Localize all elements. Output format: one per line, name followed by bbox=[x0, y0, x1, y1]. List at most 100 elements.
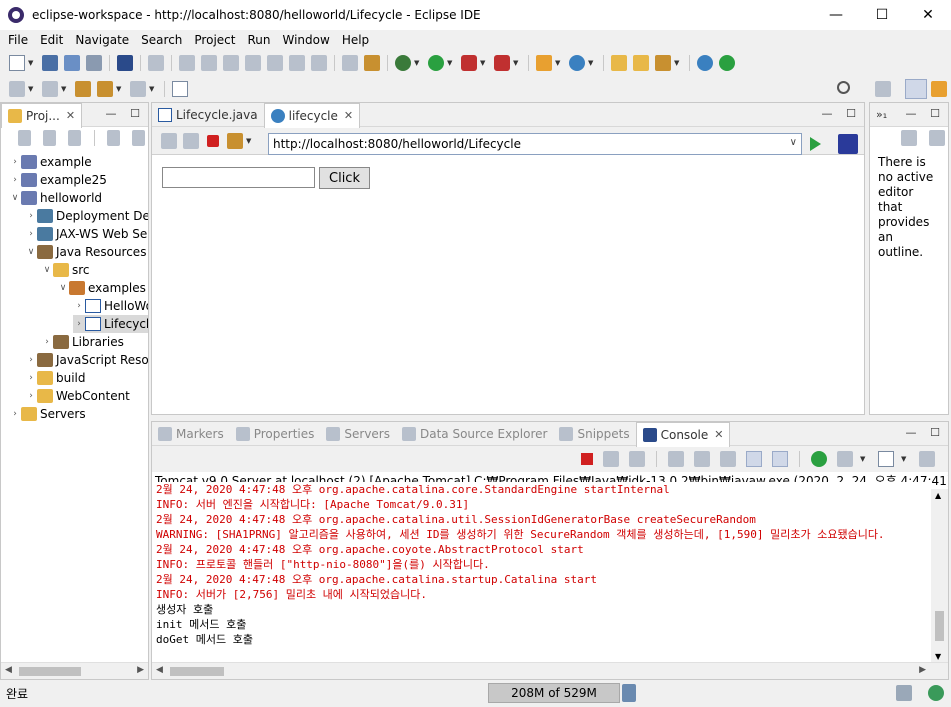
chevron-down-icon[interactable]: ▼ bbox=[480, 59, 488, 67]
chevron-down-icon[interactable]: ▼ bbox=[149, 85, 157, 93]
tree-item[interactable]: ∨ helloworld bbox=[9, 189, 102, 207]
chevron-down-icon[interactable]: ▼ bbox=[61, 85, 69, 93]
open-task-icon[interactable] bbox=[633, 55, 649, 71]
tree-item[interactable]: › JavaScript Resources bbox=[25, 351, 148, 369]
prev-annotation-icon[interactable] bbox=[42, 81, 58, 97]
chevron-down-icon[interactable]: ▼ bbox=[116, 85, 124, 93]
show-on-stderr-icon[interactable] bbox=[772, 451, 788, 467]
chevron-right-icon[interactable]: › bbox=[25, 391, 37, 401]
save-icon[interactable] bbox=[42, 55, 58, 71]
tab-outline[interactable]: »₁ bbox=[870, 103, 893, 127]
tab-data-source-explorer[interactable]: Data Source Explorer bbox=[396, 422, 553, 446]
menu-search[interactable]: Search bbox=[135, 30, 188, 50]
refresh-icon[interactable] bbox=[227, 132, 243, 149]
chevron-right-icon[interactable]: › bbox=[9, 409, 21, 419]
display-console-icon[interactable] bbox=[837, 451, 853, 467]
chevron-right-icon[interactable]: › bbox=[73, 301, 85, 311]
chevron-down-icon[interactable]: ▼ bbox=[246, 137, 254, 145]
chevron-down-icon[interactable]: ▼ bbox=[447, 59, 455, 67]
new-class-icon[interactable] bbox=[569, 55, 585, 71]
view-menu-icon[interactable] bbox=[901, 130, 917, 146]
tab-markers[interactable]: Markers bbox=[152, 422, 230, 446]
minimize-view-icon[interactable]: — bbox=[820, 107, 834, 120]
step-return-icon[interactable] bbox=[311, 55, 327, 71]
step-over-icon[interactable] bbox=[289, 55, 305, 71]
next-annotation-icon[interactable] bbox=[9, 81, 25, 97]
forward-icon[interactable] bbox=[130, 81, 146, 97]
maximize-button[interactable]: ☐ bbox=[859, 0, 905, 30]
tree-item[interactable]: › Deployment Descriptor bbox=[25, 207, 148, 225]
chevron-right-icon[interactable]: › bbox=[25, 229, 37, 239]
progress-icon[interactable] bbox=[928, 685, 944, 701]
tab-project-explorer[interactable]: Proj... ✕ bbox=[1, 102, 83, 128]
server-icon[interactable] bbox=[494, 55, 510, 71]
java-ee-perspective-icon[interactable] bbox=[905, 79, 927, 99]
chevron-down-icon[interactable]: ▼ bbox=[901, 455, 909, 463]
close-icon[interactable]: ✕ bbox=[344, 109, 353, 122]
link-with-editor-icon[interactable] bbox=[42, 130, 56, 146]
tab-console[interactable]: Console ✕ bbox=[635, 421, 731, 447]
clear-console-icon[interactable] bbox=[668, 451, 684, 467]
scroll-left-icon[interactable]: ◀ bbox=[156, 665, 163, 675]
view-menu-icon[interactable] bbox=[107, 130, 121, 146]
scroll-lock-icon[interactable] bbox=[694, 451, 710, 467]
maximize-view-icon[interactable]: ☐ bbox=[928, 107, 942, 120]
click-button[interactable]: Click bbox=[319, 167, 370, 189]
remove-launch-icon[interactable] bbox=[603, 451, 619, 467]
menu-help[interactable]: Help bbox=[336, 30, 375, 50]
chevron-right-icon[interactable]: › bbox=[73, 319, 85, 329]
java-perspective-icon[interactable] bbox=[931, 81, 947, 97]
pin-editor-icon[interactable] bbox=[172, 81, 188, 97]
pin-console-icon[interactable] bbox=[811, 451, 827, 467]
debug-icon[interactable] bbox=[395, 55, 411, 71]
error-log-icon[interactable] bbox=[896, 685, 912, 701]
tab-lifecycle-browser[interactable]: lifecycle ✕ bbox=[263, 102, 361, 128]
chevron-down-icon[interactable]: ▼ bbox=[414, 59, 422, 67]
tab-snippets[interactable]: Snippets bbox=[553, 422, 635, 446]
maximize-view-icon[interactable]: ☐ bbox=[928, 426, 942, 439]
collapse-all-icon[interactable] bbox=[18, 130, 31, 146]
menu-run[interactable]: Run bbox=[241, 30, 276, 50]
step-into-icon[interactable] bbox=[267, 55, 283, 71]
tree-item[interactable]: › example bbox=[9, 153, 92, 171]
last-edit-location-icon[interactable] bbox=[75, 81, 91, 97]
console-output[interactable]: 2월 24, 2020 4:47:48 오후 org.apache.catali… bbox=[152, 482, 931, 656]
tab-properties[interactable]: Properties bbox=[230, 422, 321, 446]
chevron-right-icon[interactable]: › bbox=[25, 373, 37, 383]
coverage-icon[interactable] bbox=[342, 55, 358, 71]
minimize-button[interactable]: — bbox=[813, 0, 859, 30]
more-options-icon[interactable] bbox=[132, 130, 146, 146]
close-icon[interactable]: ✕ bbox=[66, 109, 75, 122]
heap-status[interactable]: 208M of 529M bbox=[488, 683, 620, 703]
tree-item[interactable]: ∨ src bbox=[41, 261, 90, 279]
open-browser-icon[interactable] bbox=[697, 55, 713, 71]
view-menu-icon[interactable] bbox=[919, 451, 935, 467]
disconnect-icon[interactable] bbox=[245, 55, 261, 71]
suspend-icon[interactable] bbox=[201, 55, 217, 71]
resume-icon[interactable] bbox=[179, 55, 195, 71]
maximize-view-icon[interactable]: ☐ bbox=[128, 107, 142, 120]
back-icon[interactable] bbox=[97, 81, 113, 97]
stop-icon[interactable] bbox=[207, 134, 219, 147]
scroll-right-icon[interactable]: ▶ bbox=[137, 665, 144, 675]
vertical-scrollbar[interactable]: ▲ ▼ bbox=[931, 489, 948, 663]
open-console-icon[interactable] bbox=[878, 451, 894, 467]
horizontal-scrollbar[interactable]: ◀ ▶ bbox=[1, 662, 148, 679]
chevron-down-icon[interactable]: ∨ bbox=[57, 283, 69, 293]
terminate-icon[interactable] bbox=[223, 55, 239, 71]
chevron-down-icon[interactable]: ∨ bbox=[790, 137, 797, 148]
scrollbar-thumb[interactable] bbox=[170, 667, 224, 676]
word-wrap-icon[interactable] bbox=[720, 451, 736, 467]
open-type-icon[interactable] bbox=[611, 55, 627, 71]
filter-icon[interactable] bbox=[67, 130, 81, 146]
minimize-view-icon[interactable]: — bbox=[904, 107, 918, 120]
chevron-right-icon[interactable]: › bbox=[25, 211, 37, 221]
maximize-view-icon[interactable]: ☐ bbox=[844, 107, 858, 120]
chevron-down-icon[interactable]: ∨ bbox=[25, 247, 37, 257]
chevron-down-icon[interactable]: ▼ bbox=[555, 59, 563, 67]
scroll-left-icon[interactable]: ◀ bbox=[5, 665, 12, 675]
close-icon[interactable]: ✕ bbox=[714, 428, 723, 441]
chevron-down-icon[interactable]: ▼ bbox=[28, 85, 36, 93]
tab-lifecycle-java[interactable]: Lifecycle.java bbox=[152, 103, 264, 127]
scroll-right-icon[interactable]: ▶ bbox=[919, 665, 926, 675]
